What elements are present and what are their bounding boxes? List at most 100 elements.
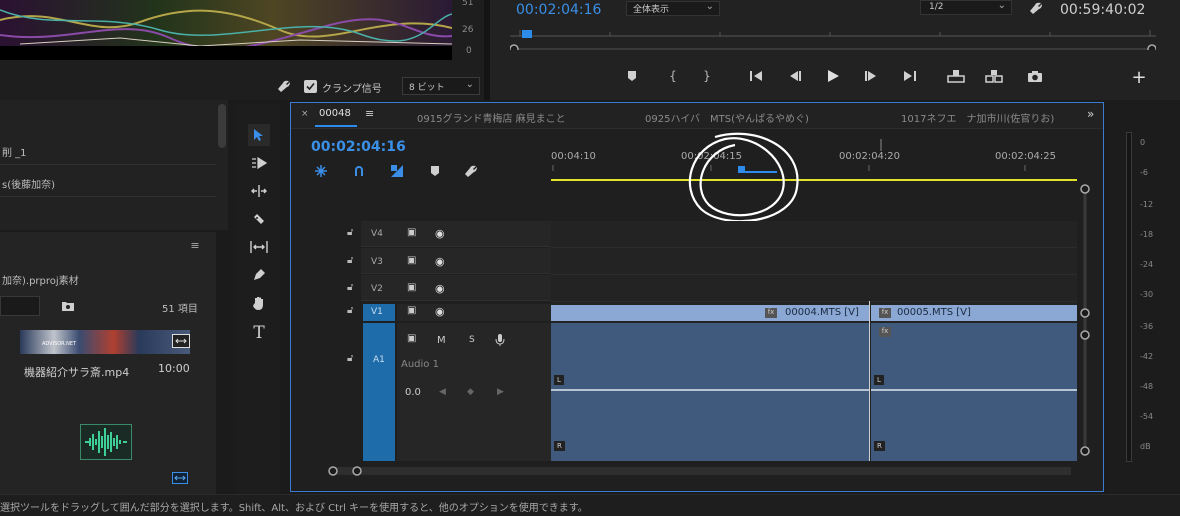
eye-icon[interactable]: ◉ (435, 282, 445, 295)
lock-icon[interactable]: 🔓︎ (347, 282, 353, 293)
waveform-scope (0, 0, 452, 60)
bin-search-icon[interactable] (60, 298, 76, 314)
meter-label: dB (1140, 442, 1151, 451)
tab-sequence-2[interactable]: 0915グランド青梅店 麻見まこと (417, 110, 566, 125)
project-row-2[interactable]: s(後藤加奈) (2, 176, 55, 191)
wrench-icon[interactable] (463, 163, 479, 179)
tab-sequence-3[interactable]: 0925ハイバ MTS(やんぱるやめぐ) (645, 110, 809, 125)
resolution-select[interactable]: 1/2 ⌄ (920, 0, 1012, 15)
audio-clip[interactable]: fx L R (871, 323, 1077, 461)
add-keyframe-icon[interactable]: ◆ (467, 387, 474, 397)
snap-icon[interactable] (351, 163, 367, 179)
bit-depth-select[interactable]: 8 ビット ⌄ (402, 77, 480, 95)
sync-lock-icon[interactable]: ▣ (407, 282, 416, 293)
lock-icon[interactable]: 🔓︎ (347, 227, 353, 238)
sync-lock-icon[interactable]: ▣ (407, 305, 416, 316)
selection-tool-icon[interactable] (248, 124, 270, 146)
status-text: 選択ツールをドラッグして囲んだ部分を選択します。Shift、Alt、および Ct… (0, 503, 588, 514)
lock-icon[interactable]: 🔓︎ (347, 255, 353, 266)
sync-lock-icon[interactable]: ▣ (407, 255, 416, 266)
ripple-edit-tool-icon[interactable] (248, 180, 270, 202)
play-icon[interactable] (824, 68, 842, 84)
track-divider (551, 247, 1077, 248)
track-select-tool-icon[interactable] (248, 152, 270, 174)
meter-scale: 0 -6 -12 -18 -24 -30 -36 -42 -48 -54 dB (1138, 138, 1178, 458)
fit-select[interactable]: 全体表示 ⌄ (626, 1, 720, 16)
audio-clip[interactable]: L R (551, 323, 869, 461)
volume-value[interactable]: 0.0 (405, 387, 421, 398)
project-name: 加奈).prproj素材 (2, 276, 79, 287)
meter-label: -24 (1140, 260, 1154, 269)
type-tool-icon[interactable]: T (248, 322, 270, 344)
extract-icon[interactable] (984, 68, 1004, 84)
track-area: 🔓︎ V4 ▣ ◉ 🔓︎ V3 ▣ ◉ 🔓︎ V2 ▣ ◉ V1 🔓︎ ▣ ◉ … (291, 221, 1077, 461)
mic-icon[interactable] (495, 333, 505, 347)
close-icon[interactable]: × (301, 109, 309, 119)
slip-tool-icon[interactable] (248, 236, 270, 258)
playhead-line[interactable] (869, 301, 870, 461)
video-clip[interactable]: fx 00004.MTS [V] (551, 305, 869, 321)
hand-tool-icon[interactable] (248, 292, 270, 314)
go-to-out-icon[interactable] (900, 68, 918, 84)
program-timecode[interactable]: 00:02:04:16 (516, 2, 601, 18)
camera-icon[interactable] (1026, 68, 1044, 84)
eye-icon[interactable]: ◉ (435, 255, 445, 268)
clip-name[interactable]: 機器紹介サラ斎.mp4 (24, 364, 129, 380)
tab-sequence-4[interactable]: 1017ネフエ ナ加市川(佐官りお) (901, 110, 1054, 125)
audio-clip-thumbnail[interactable] (80, 424, 132, 460)
clip-thumbnail[interactable]: ADVISOR.NET (20, 330, 190, 354)
marker-add-icon[interactable] (624, 68, 640, 84)
sync-lock-icon[interactable]: ▣ (407, 333, 416, 344)
nest-icon[interactable] (313, 163, 329, 179)
source-monitor: 51 26 0 クランプ信号 8 ビット ⌄ (0, 0, 484, 100)
audio-meter: 0 -6 -12 -18 -24 -30 -36 -42 -48 -54 dB (1108, 104, 1180, 494)
row-divider (0, 196, 216, 197)
clamp-checkbox[interactable] (304, 80, 317, 93)
project-scroll[interactable] (218, 104, 226, 148)
panel-menu-icon[interactable]: ≡ (365, 107, 374, 120)
plus-icon[interactable]: + (1130, 67, 1148, 88)
eye-icon[interactable]: ◉ (435, 227, 445, 240)
fx-badge-icon: fx (879, 327, 891, 337)
go-to-in-icon[interactable] (748, 68, 766, 84)
time-ruler[interactable]: 00:04:10 00:02:04:15 00:02:04:20 00:02:0… (551, 132, 1077, 223)
wrench-icon[interactable] (1028, 0, 1044, 16)
program-scrubber[interactable] (510, 30, 1156, 50)
mark-in-icon[interactable]: { (666, 68, 680, 84)
timeline-timecode[interactable]: 00:02:04:16 (311, 139, 406, 155)
track-v4 (361, 221, 551, 247)
program-duration: 00:59:40:02 (1060, 2, 1146, 18)
video-clip[interactable]: fx 00005.MTS [V] (871, 305, 1077, 321)
project-row-1[interactable]: 削 _1 (2, 144, 27, 159)
sync-lock-icon[interactable]: ▣ (407, 227, 416, 238)
tab-active-sequence[interactable]: 00048 (319, 108, 351, 119)
pen-tool-icon[interactable] (248, 264, 270, 286)
project-panel-top: 削 _1 s(後藤加奈) (0, 100, 228, 230)
lock-icon[interactable]: 🔓︎ (347, 305, 353, 316)
vertical-scrollbar[interactable] (1077, 183, 1093, 459)
horizontal-scrollbar[interactable] (321, 463, 1077, 479)
meter-label: -54 (1140, 412, 1154, 421)
eye-icon[interactable]: ◉ (435, 305, 445, 318)
mute-button[interactable]: M (437, 335, 446, 346)
more-tabs-icon[interactable]: » (1087, 107, 1094, 121)
razor-tool-icon[interactable] (248, 208, 270, 230)
prev-keyframe-icon[interactable]: ◀ (439, 387, 446, 397)
step-back-icon[interactable] (786, 68, 804, 84)
track-label-v4: V4 (371, 229, 383, 239)
panel-menu-icon[interactable]: ≡ (188, 238, 202, 252)
source-patch-a1[interactable] (363, 323, 395, 461)
step-forward-icon[interactable] (862, 68, 880, 84)
lock-icon[interactable]: 🔓︎ (347, 353, 353, 364)
linked-selection-icon[interactable] (389, 163, 405, 179)
project-search-input[interactable] (0, 296, 40, 316)
lift-icon[interactable] (946, 68, 966, 84)
status-bar: 選択ツールをドラッグして囲んだ部分を選択します。Shift、Alt、および Ct… (0, 494, 1180, 516)
solo-button[interactable]: S (469, 335, 475, 345)
next-keyframe-icon[interactable]: ▶ (497, 387, 504, 397)
add-marker-icon[interactable] (427, 163, 443, 179)
track-v3 (361, 248, 551, 274)
project-item-count: 51 項目 (162, 304, 198, 315)
mark-out-icon[interactable]: } (700, 68, 714, 84)
wrench-icon[interactable] (276, 78, 292, 94)
